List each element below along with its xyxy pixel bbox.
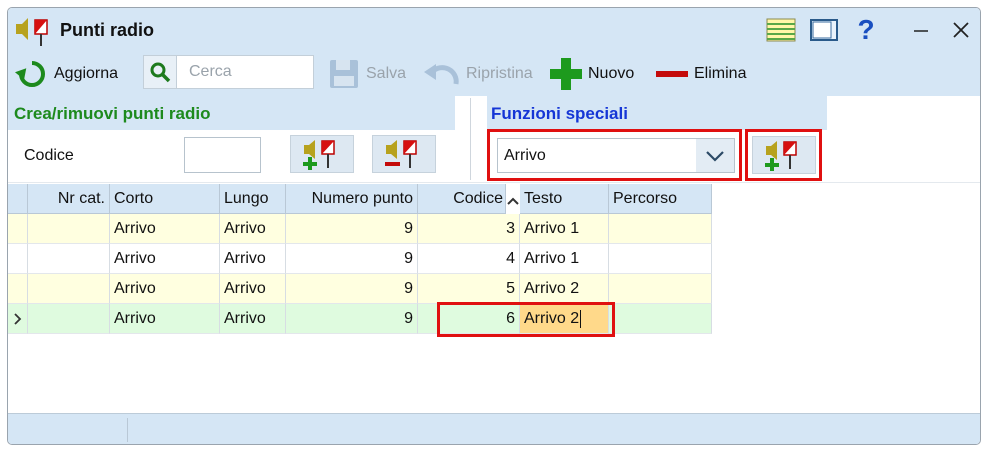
plus-icon: [550, 58, 582, 90]
cell-numero-punto[interactable]: 9: [286, 274, 418, 304]
cell-lungo[interactable]: Arrivo: [220, 274, 286, 304]
minus-icon: [656, 71, 688, 77]
cell-lungo[interactable]: Arrivo: [220, 304, 286, 334]
special-functions-title: Funzioni speciali: [491, 104, 628, 123]
sort-ascending-icon: [506, 193, 520, 205]
column-header-nr-cat[interactable]: Nr cat.: [28, 184, 110, 214]
status-bar: [8, 413, 980, 444]
cell-testo[interactable]: Arrivo 1: [520, 244, 609, 274]
column-header-testo[interactable]: Testo: [520, 184, 609, 214]
minimize-icon[interactable]: [906, 16, 936, 44]
delete-button[interactable]: Elimina: [654, 58, 746, 90]
column-header-codice[interactable]: Codice: [418, 184, 506, 214]
new-label: Nuovo: [588, 65, 635, 82]
row-selector[interactable]: [8, 214, 28, 244]
cell-corto[interactable]: Arrivo: [110, 244, 220, 274]
column-header-lungo[interactable]: Lungo: [220, 184, 286, 214]
save-button[interactable]: Salva: [328, 58, 406, 90]
toolbar: Aggiorna Salva Ripristina: [8, 52, 980, 96]
save-label: Salva: [366, 65, 407, 82]
new-button[interactable]: Nuovo: [548, 58, 634, 90]
cell-numero-punto[interactable]: 9: [286, 214, 418, 244]
column-header-codice-label: Codice: [453, 190, 503, 207]
row-selector[interactable]: [8, 304, 28, 334]
column-header-percorso[interactable]: Percorso: [609, 184, 712, 214]
codice-field[interactable]: [184, 137, 261, 173]
add-radio-point-button[interactable]: [290, 135, 354, 173]
cell-percorso[interactable]: [609, 214, 712, 244]
cell-nr-cat[interactable]: [28, 214, 110, 244]
radio-point-app-icon: [12, 14, 52, 48]
divider: [8, 182, 980, 183]
column-header-numero-punto[interactable]: Numero punto: [286, 184, 418, 214]
cell-testo[interactable]: Arrivo 1: [520, 214, 609, 244]
cell-corto[interactable]: Arrivo: [110, 274, 220, 304]
cell-testo[interactable]: Arrivo 2: [520, 274, 609, 304]
cell-nr-cat[interactable]: [28, 274, 110, 304]
titlebar: Punti radio ?: [8, 8, 980, 52]
column-header-corto[interactable]: Corto: [110, 184, 220, 214]
chevron-down-icon[interactable]: [696, 139, 734, 172]
row-selector[interactable]: [8, 274, 28, 304]
status-separator: [127, 418, 128, 442]
add-radio-point-icon: [765, 141, 797, 171]
window: Punti radio ? Aggiorna Cerca Salva Ripri…: [7, 7, 981, 445]
close-icon[interactable]: [946, 16, 976, 44]
header-row-selector: [8, 184, 28, 214]
window-title: Punti radio: [60, 20, 154, 40]
special-functions-panel-header: Funzioni speciali: [487, 96, 827, 130]
add-radio-point-icon: [303, 140, 335, 170]
panel-view-icon[interactable]: [809, 16, 839, 44]
grid-view-icon[interactable]: [766, 16, 796, 44]
cell-percorso[interactable]: [609, 274, 712, 304]
cell-codice[interactable]: 4: [418, 244, 520, 274]
cell-lungo[interactable]: Arrivo: [220, 214, 286, 244]
cell-lungo[interactable]: Arrivo: [220, 244, 286, 274]
cell-numero-punto[interactable]: 9: [286, 304, 418, 334]
undo-icon: [424, 64, 459, 85]
special-function-select[interactable]: Arrivo: [497, 138, 735, 173]
restore-label: Ripristina: [466, 65, 533, 82]
remove-radio-point-button[interactable]: [372, 135, 436, 173]
refresh-label: Aggiorna: [54, 65, 119, 82]
create-remove-panel-header: Crea/rimuovi punti radio: [8, 96, 455, 130]
cell-corto[interactable]: Arrivo: [110, 214, 220, 244]
current-row-arrow-icon: [14, 313, 22, 325]
codice-label: Codice: [24, 147, 74, 164]
cell-nr-cat[interactable]: [28, 304, 110, 334]
cell-percorso[interactable]: [609, 244, 712, 274]
panel-separator: [470, 98, 471, 180]
cell-codice[interactable]: 5: [418, 274, 520, 304]
cell-codice[interactable]: 3: [418, 214, 520, 244]
cell-nr-cat[interactable]: [28, 244, 110, 274]
highlight-frame: [437, 302, 615, 337]
save-icon: [330, 60, 358, 88]
delete-label: Elimina: [694, 65, 747, 82]
search-input[interactable]: [176, 55, 314, 89]
remove-radio-point-icon: [385, 140, 417, 168]
help-icon[interactable]: ?: [851, 14, 881, 45]
refresh-icon: [14, 61, 45, 87]
cell-percorso[interactable]: [609, 304, 712, 334]
special-function-value: Arrivo: [504, 147, 546, 164]
apply-special-function-button[interactable]: [752, 136, 816, 174]
refresh-button[interactable]: Aggiorna: [14, 58, 118, 90]
create-remove-panel-title: Crea/rimuovi punti radio: [14, 104, 211, 123]
row-selector[interactable]: [8, 244, 28, 274]
cell-corto[interactable]: Arrivo: [110, 304, 220, 334]
search-icon[interactable]: [143, 55, 177, 89]
restore-button[interactable]: Ripristina: [422, 58, 533, 90]
cell-numero-punto[interactable]: 9: [286, 244, 418, 274]
